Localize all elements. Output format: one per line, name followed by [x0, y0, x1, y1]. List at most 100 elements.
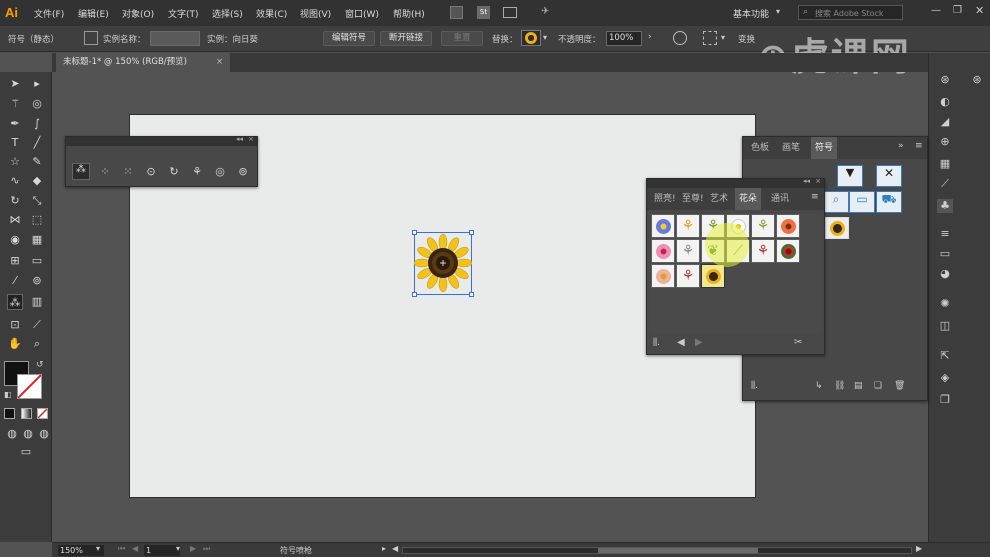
- new-symbol-icon[interactable]: ❏: [874, 381, 882, 391]
- chevron-down-icon[interactable]: ▾: [176, 544, 180, 553]
- swap-colors-icon[interactable]: ↺: [36, 360, 44, 370]
- next-artboard-icon[interactable]: ▶: [190, 544, 196, 553]
- menu-edit[interactable]: 编辑(E): [78, 7, 109, 20]
- tab-illuminate[interactable]: 照亮!: [650, 188, 680, 210]
- zoom-tool-icon[interactable]: ⌕: [29, 336, 45, 352]
- mesh-tool-icon[interactable]: ⊞: [7, 253, 23, 269]
- previous-artboard-icon[interactable]: ◀: [132, 544, 138, 553]
- symbol-tile-iris[interactable]: ⚘: [676, 239, 700, 263]
- menu-select[interactable]: 选择(S): [212, 7, 243, 20]
- properties-icon[interactable]: ◢: [937, 115, 953, 129]
- close-icon[interactable]: ×: [248, 135, 254, 143]
- menu-effect[interactable]: 效果(C): [256, 7, 287, 20]
- first-artboard-icon[interactable]: ⏮: [118, 544, 125, 554]
- symbol-tile[interactable]: ▼: [837, 165, 863, 187]
- resize-handle[interactable]: [469, 230, 474, 235]
- magic-wand-icon[interactable]: ⚚: [7, 96, 23, 112]
- expand-icon[interactable]: »: [898, 141, 904, 151]
- symbol-spinner-icon[interactable]: ↻: [166, 164, 182, 180]
- eyedropper-icon[interactable]: ⁄: [7, 273, 23, 289]
- symbol-tile-cosmos[interactable]: [651, 264, 675, 288]
- gradient-tool-icon[interactable]: ▭: [29, 253, 45, 269]
- pen-tool-icon[interactable]: ✒: [7, 116, 23, 132]
- chevron-down-icon[interactable]: ▾: [543, 33, 547, 42]
- align-icon[interactable]: [703, 31, 717, 45]
- symbol-tile-rose[interactable]: [776, 239, 800, 263]
- selected-symbol-instance[interactable]: [412, 230, 474, 297]
- gpu-performance-icon[interactable]: ✈: [541, 6, 555, 18]
- free-transform-icon[interactable]: ⬚: [29, 212, 45, 228]
- artboard-tool-icon[interactable]: ⊡: [7, 317, 23, 333]
- next-library-icon[interactable]: ▶: [695, 337, 703, 348]
- scrollbar-thumb[interactable]: [598, 548, 758, 553]
- symbol-libraries-icon[interactable]: ⫼.: [751, 381, 758, 391]
- lasso-icon[interactable]: ◎: [29, 96, 45, 112]
- document-tab[interactable]: 未标题-1* @ 150% (RGB/预览) ×: [56, 53, 230, 72]
- appearance-icon[interactable]: ✺: [937, 297, 953, 311]
- trash-icon[interactable]: 🗑: [894, 381, 905, 391]
- draw-behind-icon[interactable]: ◍: [20, 426, 36, 442]
- none-mode-icon[interactable]: [37, 408, 48, 419]
- symbol-options-icon[interactable]: ▤: [854, 381, 863, 391]
- stock-search-input[interactable]: ⌕ 搜索 Adobe Stock: [798, 5, 903, 20]
- last-artboard-icon[interactable]: ⏭: [203, 544, 210, 554]
- artboards-icon[interactable]: ❐: [937, 393, 953, 407]
- selection-tool-icon[interactable]: ➤: [7, 76, 23, 92]
- symbol-styler-icon[interactable]: ⊚: [235, 164, 251, 180]
- eraser-icon[interactable]: ◆: [29, 173, 45, 189]
- symbol-screener-icon[interactable]: ◎: [212, 164, 228, 180]
- horizontal-scrollbar[interactable]: [402, 547, 912, 554]
- star-tool-icon[interactable]: ☆: [7, 154, 23, 170]
- symbol-tile[interactable]: ⛟: [876, 191, 902, 213]
- place-symbol-icon[interactable]: ↳: [815, 381, 823, 391]
- opacity-input[interactable]: 100%: [606, 31, 642, 46]
- tab-brushes[interactable]: 画笔: [778, 137, 804, 159]
- symbol-tile-gerbera[interactable]: [776, 214, 800, 238]
- menu-type[interactable]: 文字(T): [168, 7, 199, 20]
- scroll-right-icon[interactable]: ▶: [916, 544, 922, 553]
- symbol-tile-hibiscus[interactable]: [651, 239, 675, 263]
- perspective-grid-icon[interactable]: ▦: [29, 232, 45, 248]
- paintbrush-icon[interactable]: ✎: [29, 154, 45, 170]
- symbol-sizer-icon[interactable]: ⊙: [143, 164, 159, 180]
- tools-icon[interactable]: ✂: [794, 337, 802, 348]
- replace-symbol-picker[interactable]: [521, 30, 541, 46]
- tab-symbols[interactable]: 符号: [811, 137, 838, 159]
- shape-builder-icon[interactable]: ◉: [7, 232, 23, 248]
- symbol-tile-poppy[interactable]: ⚘: [751, 239, 775, 263]
- resize-handle[interactable]: [412, 230, 417, 235]
- stroke-color-swatch[interactable]: [17, 374, 42, 399]
- break-link-icon[interactable]: ⛓: [834, 381, 845, 391]
- collapse-icon[interactable]: ◂◂: [803, 177, 810, 185]
- restore-icon[interactable]: ❐: [953, 5, 962, 16]
- arrange-documents-icon[interactable]: [503, 7, 517, 18]
- menu-file[interactable]: 文件(F): [34, 7, 64, 20]
- navigator-icon[interactable]: ⊕: [937, 135, 953, 149]
- export-icon[interactable]: ⇱: [937, 349, 953, 363]
- tab-art[interactable]: 艺术: [706, 188, 732, 210]
- cc-libraries-icon[interactable]: ⊛: [969, 73, 985, 87]
- minimize-icon[interactable]: —: [931, 5, 941, 16]
- symbol-shifter-icon[interactable]: ⁘: [97, 164, 113, 180]
- curvature-tool-icon[interactable]: ∫: [29, 116, 45, 132]
- stock-icon[interactable]: St: [477, 6, 490, 19]
- panel-menu-icon[interactable]: ≡: [915, 141, 923, 151]
- symbol-stainer-icon[interactable]: ⚘: [189, 164, 205, 180]
- color-guide-icon[interactable]: ◐: [937, 95, 953, 109]
- layers-icon[interactable]: ◈: [937, 371, 953, 385]
- default-colors-icon[interactable]: ◧: [4, 390, 12, 399]
- transparency-icon[interactable]: ◕: [937, 267, 953, 281]
- type-tool-icon[interactable]: T: [7, 135, 23, 151]
- shaper-tool-icon[interactable]: ∿: [7, 173, 23, 189]
- hand-tool-icon[interactable]: ✋: [7, 336, 23, 352]
- menu-help[interactable]: 帮助(H): [393, 7, 425, 20]
- panel-menu-icon[interactable]: ≡: [811, 192, 819, 202]
- symbol-tile[interactable]: ✕: [876, 165, 902, 187]
- menu-view[interactable]: 视图(V): [300, 7, 331, 20]
- symbol-sprayer-tool-icon[interactable]: ⁂: [7, 294, 23, 310]
- screen-mode-icon[interactable]: ▭: [18, 444, 34, 460]
- close-icon[interactable]: ×: [216, 53, 223, 72]
- symbol-tile-sunflower[interactable]: [701, 264, 725, 288]
- symbol-tile-tulip[interactable]: ⚘: [676, 214, 700, 238]
- symbols-icon[interactable]: ♣: [937, 199, 953, 213]
